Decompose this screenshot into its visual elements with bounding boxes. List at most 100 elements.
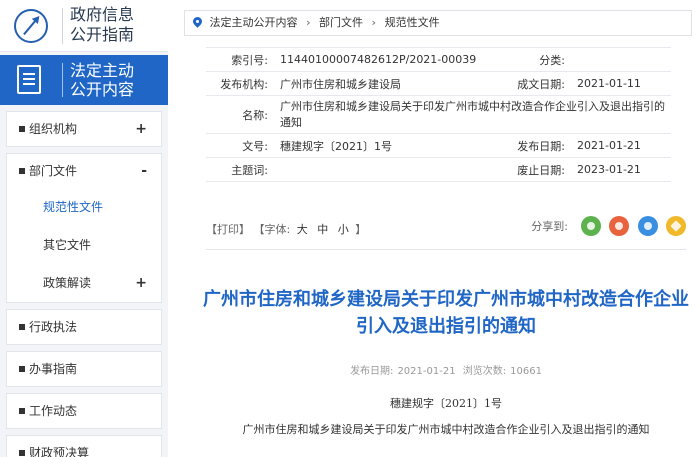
breadcrumb-item[interactable]: 部门文件 xyxy=(319,16,363,29)
menu-group-work-updates: 工作动态 xyxy=(6,393,162,429)
pub-date-value: 2021-01-21 xyxy=(397,366,456,377)
breadcrumb-item[interactable]: 法定主动公开内容 xyxy=(210,16,298,29)
table-row: 文号: 穗建规字〔2021〕1号 发布日期: 2021-01-21 xyxy=(206,133,671,158)
collapse-icon[interactable]: - xyxy=(141,154,147,188)
sidebar-item-label: 行政执法 xyxy=(29,320,78,334)
bullet-icon xyxy=(19,167,25,174)
sidebar-item-label: 组织机构 xyxy=(29,122,78,136)
doc-number-label: 文号: xyxy=(206,133,274,158)
written-date-label: 成文日期: xyxy=(493,71,571,96)
menu-group-enforcement: 行政执法 xyxy=(6,309,162,345)
name-value: 广州市住房和城乡建设局关于印发广州市城中村改造合作企业引入及退出指引的通知 xyxy=(274,95,671,134)
sidebar-item-administrative-enforcement[interactable]: 行政执法 xyxy=(7,310,161,344)
sidebar-subitem-label: 政策解读 xyxy=(43,276,92,290)
sidebar-item-department-files[interactable]: 部门文件 - xyxy=(7,154,161,188)
table-row: 索引号: 11440100007482612P/2021-00039 分类: xyxy=(206,47,671,72)
statutory-disclosure-label: 法定主动 公开内容 xyxy=(70,61,134,99)
index-label: 索引号: xyxy=(206,47,274,72)
divider xyxy=(62,63,63,97)
sidebar-item-service-guide[interactable]: 办事指南 xyxy=(7,352,161,386)
table-row: 主题词: 废止日期: 2023-01-21 xyxy=(206,157,671,182)
active-label-line2: 公开内容 xyxy=(70,80,135,99)
main-content: 法定主动公开内容 › 部门文件 › 规范性文件 索引号: 11440100007… xyxy=(176,0,700,457)
divider xyxy=(206,249,686,250)
agency-label: 发布机构: xyxy=(206,71,274,96)
breadcrumb: 法定主动公开内容 › 部门文件 › 规范性文件 xyxy=(184,10,692,36)
menu-group-dept-files: 部门文件 - 规范性文件 其它文件 政策解读 + xyxy=(6,153,162,303)
menu-group-org: 组织机构 + xyxy=(6,111,162,147)
font-large-button[interactable]: 大 xyxy=(297,223,308,236)
expand-icon[interactable]: + xyxy=(135,112,147,146)
index-value: 11440100007482612P/2021-00039 xyxy=(274,47,493,72)
expand-icon[interactable]: + xyxy=(135,264,147,302)
share-label: 分享到: xyxy=(531,220,568,233)
sidebar-item-organization[interactable]: 组织机构 + xyxy=(7,112,161,146)
sidebar-item-work-updates[interactable]: 工作动态 xyxy=(7,394,161,428)
category-label: 分类: xyxy=(493,47,571,72)
breadcrumb-item[interactable]: 规范性文件 xyxy=(385,16,440,29)
guide-label-line2: 公开指南 xyxy=(70,25,135,44)
published-date-value: 2021-01-21 xyxy=(571,133,671,158)
sidebar-item-label: 部门文件 xyxy=(29,164,78,178)
compass-icon xyxy=(14,9,48,43)
share-bar: 分享到: xyxy=(531,216,686,236)
published-date-label: 发布日期: xyxy=(493,133,571,158)
expiry-date-label: 废止日期: xyxy=(493,157,571,182)
tool-links: 【打印】 【字体: 大 中 小 】 xyxy=(206,221,366,237)
document-icon xyxy=(17,65,41,94)
publication-info: 发布日期: 2021-01-21 浏览次数: 10661 xyxy=(196,362,696,377)
print-button[interactable]: 【打印】 xyxy=(206,223,250,236)
article-title: 广州市住房和城乡建设局关于印发广州市城中村改造合作企业引入及退出指引的通知 xyxy=(203,289,689,337)
disclosure-guide-link[interactable]: 政府信息 公开指南 xyxy=(0,0,168,52)
qq-icon[interactable] xyxy=(637,216,658,236)
article-toolbar: 【打印】 【字体: 大 中 小 】 分享到: xyxy=(206,212,686,244)
guide-label-line1: 政府信息 xyxy=(70,5,135,24)
document-metadata-table: 索引号: 11440100007482612P/2021-00039 分类: 发… xyxy=(206,47,671,182)
bullet-icon xyxy=(19,125,25,132)
bullet-icon xyxy=(19,323,25,330)
chevron-right-icon: › xyxy=(306,16,311,29)
sidebar-menu: 组织机构 + 部门文件 - 规范性文件 其它文件 政策解读 + 行政执法 办事指… xyxy=(0,111,168,457)
topic-value xyxy=(274,157,493,182)
article-subtitle: 广州市住房和城乡建设局关于印发广州市城中村改造合作企业引入及退出指引的通知 xyxy=(242,423,650,436)
name-label: 名称: xyxy=(206,95,274,134)
menu-group-service-guide: 办事指南 xyxy=(6,351,162,387)
bullet-icon xyxy=(19,449,25,456)
sidebar: 政府信息 公开指南 法定主动 公开内容 组织机构 + 部门文件 - 规范性文件 xyxy=(0,0,168,457)
statutory-disclosure-link[interactable]: 法定主动 公开内容 xyxy=(0,55,168,105)
weibo-icon[interactable] xyxy=(609,216,629,236)
written-date-value: 2021-01-11 xyxy=(571,71,671,96)
disclosure-guide-label: 政府信息 公开指南 xyxy=(70,5,134,45)
divider xyxy=(62,8,63,44)
agency-value: 广州市住房和城乡建设局 xyxy=(274,71,493,96)
chevron-right-icon: › xyxy=(371,16,377,29)
sidebar-item-label: 工作动态 xyxy=(29,404,78,418)
category-value xyxy=(571,47,671,72)
qzone-icon[interactable] xyxy=(666,216,686,236)
table-row: 发布机构: 广州市住房和城乡建设局 成文日期: 2021-01-11 xyxy=(206,71,671,96)
sidebar-subitem-normative-files[interactable]: 规范性文件 xyxy=(7,188,161,226)
sidebar-item-budget[interactable]: 财政预决算 xyxy=(7,436,161,457)
font-medium-button[interactable]: 中 xyxy=(317,223,328,236)
bullet-icon xyxy=(19,407,25,414)
active-label-line1: 法定主动 xyxy=(70,61,135,80)
sidebar-item-label: 财政预决算 xyxy=(29,446,90,457)
wechat-icon[interactable] xyxy=(580,216,601,236)
expiry-date-value: 2023-01-21 xyxy=(571,157,671,182)
views-value: 10661 xyxy=(510,366,542,377)
bullet-icon xyxy=(19,365,25,372)
sidebar-subitem-policy-interpretation[interactable]: 政策解读 + xyxy=(7,264,161,302)
sidebar-subitem-label: 规范性文件 xyxy=(43,200,104,214)
font-small-button[interactable]: 小 xyxy=(338,223,349,236)
menu-group-budget: 财政预决算 xyxy=(6,435,162,457)
article-doc-number: 穗建规字〔2021〕1号 xyxy=(390,397,502,410)
table-row: 名称: 广州市住房和城乡建设局关于印发广州市城中村改造合作企业引入及退出指引的通… xyxy=(206,95,671,134)
topic-label: 主题词: xyxy=(206,157,274,182)
doc-number-value: 穗建规字〔2021〕1号 xyxy=(274,133,493,158)
sidebar-subitem-label: 其它文件 xyxy=(43,238,92,252)
font-size-label: 【字体: xyxy=(253,223,291,236)
pub-date-label: 发布日期: xyxy=(350,366,394,377)
sidebar-subitem-other-files[interactable]: 其它文件 xyxy=(7,226,161,264)
views-label: 浏览次数: xyxy=(462,366,507,377)
font-size-bracket: 】 xyxy=(355,223,367,236)
